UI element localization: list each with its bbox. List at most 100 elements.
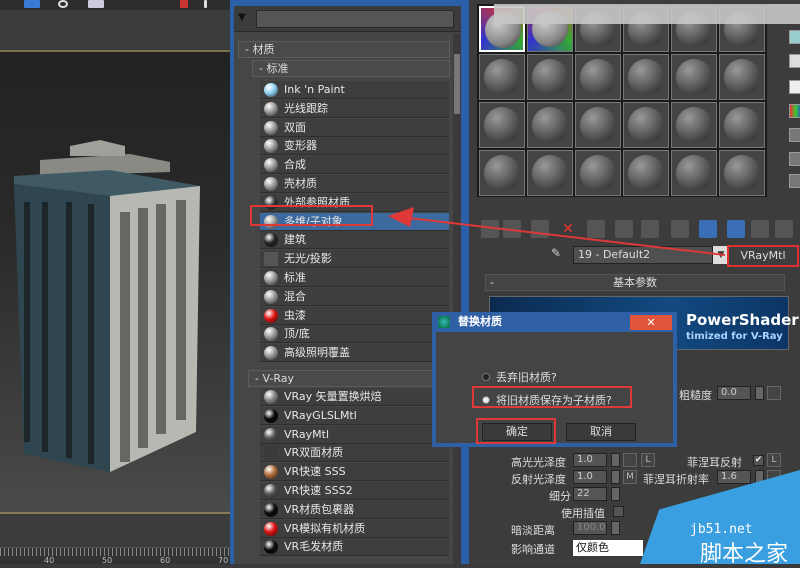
material-list-item[interactable]: 无光/投影 <box>260 250 449 269</box>
subdivs-spinner[interactable] <box>611 487 620 501</box>
discard-old-radio[interactable] <box>482 373 490 381</box>
video-check-icon[interactable] <box>789 128 800 142</box>
fresnel-ior-field[interactable]: 1.6 <box>717 470 751 484</box>
rollout-basic-params[interactable]: - 基本参数 <box>485 274 785 291</box>
material-list-item[interactable]: Ink 'n Paint <box>260 81 449 99</box>
material-list-item[interactable]: VR毛发材质 <box>260 538 449 557</box>
sample-slot[interactable] <box>575 150 621 196</box>
refl-gloss-field[interactable]: 1.0 <box>573 470 607 484</box>
filter-dropdown-icon[interactable]: ▼ <box>238 13 250 23</box>
material-list-item[interactable]: VR快速 SSS2 <box>260 482 449 500</box>
put-library-icon[interactable] <box>641 220 659 238</box>
list-scrollbar[interactable] <box>453 34 461 564</box>
sample-slot[interactable] <box>575 54 621 100</box>
show-map-icon[interactable] <box>699 220 717 238</box>
timeline-ruler[interactable]: 40 50 60 70 <box>0 547 230 565</box>
material-list-item[interactable]: VR双面材质 <box>260 444 449 463</box>
subdivs-field[interactable]: 22 <box>573 487 607 501</box>
sample-slot[interactable] <box>671 54 717 100</box>
material-list-item[interactable]: 壳材质 <box>260 175 449 193</box>
fresnel-lock-button[interactable]: L <box>767 453 781 467</box>
perspective-viewport[interactable] <box>0 50 230 512</box>
eyedropper-icon[interactable]: ✎ <box>551 246 565 260</box>
make-copy-icon[interactable] <box>587 220 605 238</box>
sample-slot[interactable] <box>623 150 669 196</box>
material-name-field[interactable]: 19 - Default2 <box>573 246 713 264</box>
material-list-item[interactable]: VR材质包裹器 <box>260 500 449 519</box>
material-list-item[interactable]: 合成 <box>260 156 449 175</box>
sample-type-icon[interactable] <box>789 30 800 44</box>
dim-dist-field[interactable]: 100.0m <box>573 521 607 535</box>
sample-slot[interactable] <box>719 102 765 148</box>
material-list-item[interactable]: 标准 <box>260 269 449 287</box>
sample-slot[interactable] <box>527 102 573 148</box>
sample-slot[interactable] <box>719 54 765 100</box>
sample-slot[interactable] <box>623 54 669 100</box>
dim-dist-spinner[interactable] <box>611 521 620 535</box>
close-button[interactable]: ✕ <box>630 315 672 330</box>
sample-slot[interactable] <box>479 54 525 100</box>
group-materials[interactable]: - 材质 <box>238 41 450 58</box>
cancel-button[interactable]: 取消 <box>566 423 636 441</box>
lock-l-button[interactable]: L <box>641 453 655 467</box>
affect-channels-select[interactable]: 仅颜色 <box>573 540 643 556</box>
show-end-result-icon[interactable] <box>727 220 745 238</box>
background-icon[interactable] <box>789 80 800 94</box>
make-preview-icon[interactable] <box>789 152 800 166</box>
make-unique-icon[interactable] <box>615 220 633 238</box>
options-icon[interactable] <box>789 174 800 188</box>
use-interp-checkbox[interactable] <box>613 506 624 517</box>
sample-slot[interactable] <box>623 102 669 148</box>
go-parent-icon[interactable] <box>751 220 769 238</box>
select-move-icon[interactable] <box>24 0 40 8</box>
sample-slot[interactable] <box>479 102 525 148</box>
material-list-item[interactable]: 顶/底 <box>260 325 449 344</box>
material-list-item[interactable]: 建筑 <box>260 231 449 250</box>
material-list-item[interactable]: 光线跟踪 <box>260 99 449 118</box>
material-list-item[interactable]: VRayMtl <box>260 425 449 444</box>
pen-icon[interactable] <box>204 0 207 8</box>
backlight-icon[interactable] <box>789 54 800 68</box>
rotate-icon[interactable] <box>58 0 68 8</box>
sample-slot[interactable] <box>479 150 525 196</box>
material-list-item[interactable]: 变形器 <box>260 137 449 156</box>
get-material-icon[interactable] <box>481 220 499 238</box>
hilight-gloss-field[interactable]: 1.0 <box>573 453 607 467</box>
sample-slot[interactable] <box>527 150 573 196</box>
sample-slot[interactable] <box>719 150 765 196</box>
search-input[interactable] <box>256 10 454 28</box>
group-standard[interactable]: - 标准 <box>252 60 450 77</box>
fresnel-checkbox[interactable]: ✔ <box>753 455 764 466</box>
viewport[interactable]: 40 50 60 70 <box>0 0 230 565</box>
hilight-gloss-spinner[interactable] <box>611 453 620 467</box>
scale-icon[interactable] <box>88 0 104 8</box>
sample-slot[interactable] <box>575 102 621 148</box>
scrollbar-thumb[interactable] <box>454 54 460 114</box>
assign-material-icon[interactable] <box>531 220 549 238</box>
hilight-map-button[interactable] <box>623 453 637 467</box>
group-vray[interactable]: - V-Ray <box>248 370 450 387</box>
material-list-item[interactable]: 双面 <box>260 118 449 137</box>
material-list-item[interactable]: VR快速 SSS <box>260 463 449 482</box>
material-list-item[interactable]: 混合 <box>260 287 449 306</box>
map-m-button[interactable]: M <box>623 470 637 484</box>
render-teapot-icon[interactable] <box>180 0 188 8</box>
material-id-icon[interactable] <box>671 220 689 238</box>
delete-icon[interactable]: ✕ <box>559 220 577 238</box>
roughness-map-button[interactable] <box>767 386 781 400</box>
put-to-scene-icon[interactable] <box>503 220 521 238</box>
material-list-item[interactable]: 虫漆 <box>260 306 449 325</box>
material-list-item[interactable]: 高级照明覆盖 <box>260 344 449 363</box>
material-list-item[interactable]: VR模拟有机材质 <box>260 519 449 538</box>
refl-gloss-spinner[interactable] <box>611 470 620 484</box>
go-sibling-icon[interactable] <box>775 220 793 238</box>
material-type-button[interactable]: VRayMtl <box>727 245 799 267</box>
material-list-item[interactable]: VRayGLSLMtl <box>260 406 449 425</box>
sample-slot[interactable] <box>671 150 717 196</box>
roughness-field[interactable]: 0.0 <box>717 386 751 400</box>
material-list-item[interactable]: VRay 矢量置换烘焙 <box>260 388 449 406</box>
sample-uv-icon[interactable] <box>789 104 800 118</box>
discard-old-label[interactable]: 丢弃旧材质? <box>496 369 557 385</box>
sample-slot[interactable] <box>527 54 573 100</box>
sample-slot[interactable] <box>671 102 717 148</box>
